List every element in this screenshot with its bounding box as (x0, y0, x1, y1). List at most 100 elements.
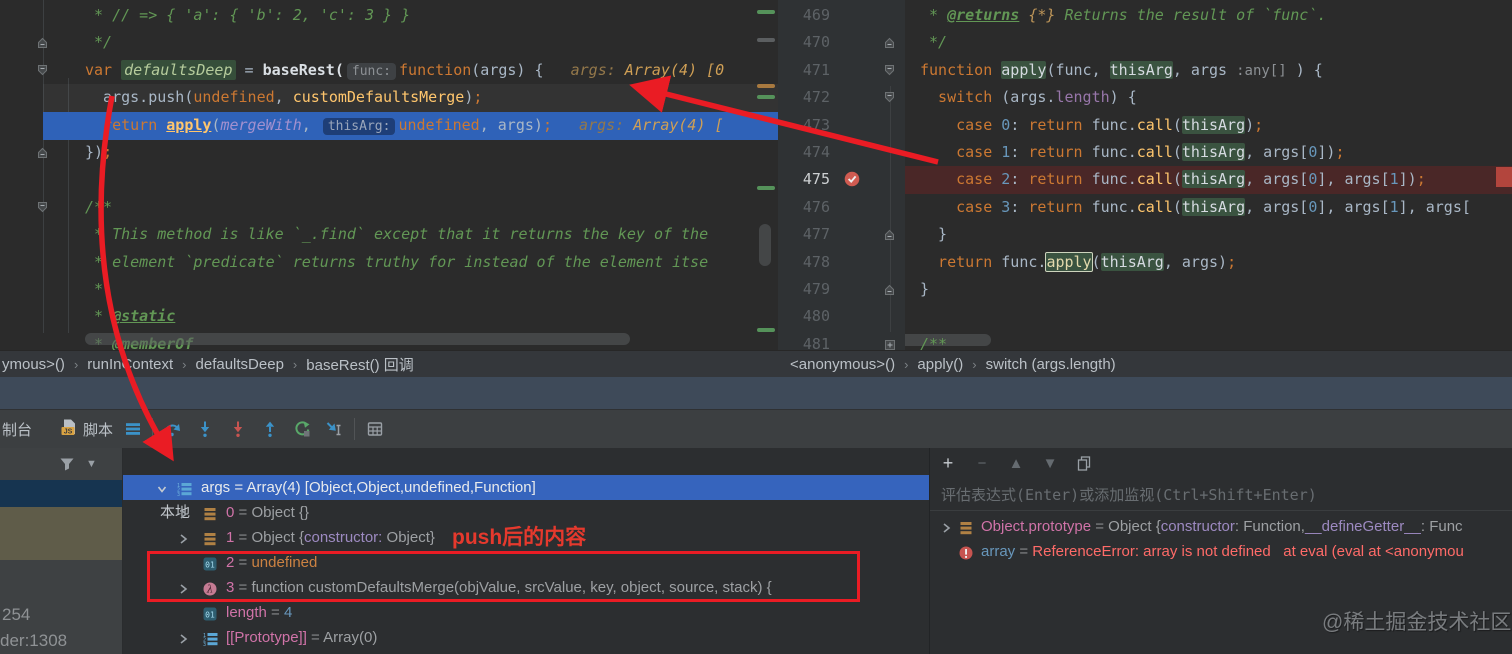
chevron-down-icon[interactable] (136, 455, 150, 469)
chevron-right-icon[interactable] (176, 505, 190, 519)
breadcrumb-item[interactable]: apply() (917, 356, 963, 373)
code-line[interactable]: function apply(func, thisArg, args :any[… (905, 57, 1512, 85)
remove-watch-button[interactable]: − (969, 451, 995, 475)
line-number[interactable]: 472 (778, 84, 830, 112)
code-line[interactable]: case 1: return func.call(thisArg, args[0… (905, 139, 1512, 167)
variable-row[interactable]: 01 2 = undefined (123, 550, 929, 575)
variable-row[interactable]: 0 = Object {} (123, 500, 929, 525)
code-line[interactable]: args.push(undefined, customDefaultsMerge… (0, 84, 778, 112)
threads-icon[interactable] (124, 420, 142, 438)
step-into-icon[interactable] (196, 420, 214, 438)
code-line[interactable]: * element `predicate` returns truthy for… (0, 249, 778, 277)
force-step-into-icon[interactable] (229, 420, 247, 438)
code-line[interactable]: case 3: return func.call(thisArg, args[0… (905, 194, 1512, 222)
breakpoint-verified-icon[interactable] (844, 171, 860, 187)
line-number[interactable]: 470 (778, 29, 830, 57)
line-number[interactable]: 480 (778, 303, 830, 331)
line-number[interactable]: 478 (778, 249, 830, 277)
fold-up-icon[interactable] (883, 283, 896, 296)
line-number[interactable]: 475 (778, 166, 830, 194)
fold-down-icon[interactable] (883, 91, 896, 104)
code-line[interactable]: * (0, 276, 778, 304)
frames-panel[interactable]: ▼ 254 der:1308 (0, 448, 123, 654)
code-line[interactable]: var defaultsDeep = baseRest(func: functio… (0, 57, 778, 85)
code-line[interactable]: /** (0, 194, 778, 222)
run-to-cursor-icon[interactable] (325, 420, 343, 438)
scope-row[interactable]: 本地 (123, 450, 929, 521)
code-line[interactable]: }); (0, 139, 778, 167)
code-line[interactable] (0, 166, 778, 194)
filter-icon[interactable] (58, 455, 76, 473)
frame-line-number[interactable]: der:1308 (0, 631, 67, 651)
code-line[interactable]: case 0: return func.call(thisArg); (905, 112, 1512, 140)
variable-row[interactable]: λ (123, 650, 929, 654)
chevron-right-icon[interactable] (176, 530, 190, 544)
chevron-right-icon[interactable] (176, 580, 190, 594)
watch-row[interactable]: Object.prototype = Object {constructor: … (930, 514, 1512, 539)
vertical-scrollbar[interactable] (759, 224, 771, 266)
step-over-icon[interactable] (163, 420, 181, 438)
line-number[interactable]: 474 (778, 139, 830, 167)
code-line[interactable] (905, 303, 1512, 331)
code-line[interactable]: * This method is like `_.find` except th… (0, 221, 778, 249)
line-number[interactable]: 481 (778, 331, 830, 350)
evaluate-expression-input[interactable]: 评估表达式(Enter)或添加监视(Ctrl+Shift+Enter) (941, 484, 1317, 505)
code-line[interactable]: return apply(mergeWith, thisArg: undefine… (0, 112, 778, 140)
fold-up-icon[interactable] (883, 36, 896, 49)
tab-console[interactable]: 制台 (2, 410, 32, 448)
line-number[interactable]: 471 (778, 57, 830, 85)
code-line[interactable]: } (905, 276, 1512, 304)
chevron-down-icon[interactable] (155, 480, 169, 494)
horizontal-scrollbar[interactable] (85, 333, 630, 345)
code-line[interactable]: * // => { 'a': { 'b': 2, 'c': 3 } } (0, 2, 778, 30)
frame-row-library[interactable] (0, 507, 122, 560)
breadcrumb-item[interactable]: runInContext (87, 356, 173, 373)
tab-scripts[interactable]: JS 脚本 (60, 410, 113, 448)
left-editor[interactable]: * // => { 'a': { 'b': 2, 'c': 3 } } */va… (0, 0, 778, 350)
fold-up-icon[interactable] (883, 228, 896, 241)
code-line[interactable]: switch (args.length) { (905, 84, 1512, 112)
breadcrumb-item[interactable]: defaultsDeep (196, 356, 284, 373)
variable-row[interactable]: 01 length = 4 (123, 600, 929, 625)
code-line[interactable]: return func.apply(thisArg, args); (905, 249, 1512, 277)
right-editor[interactable]: * @returns {*} Returns the result of `fu… (905, 0, 1512, 350)
variables-panel[interactable]: 本地 1 2 3 args = Array(4) [Object,Object,und… (123, 448, 929, 654)
fold-plus-icon[interactable] (883, 338, 896, 350)
breadcrumb-item[interactable]: <anonymous>() (790, 356, 895, 373)
move-watch-up-button[interactable]: ▲ (1003, 451, 1029, 475)
breadcrumb-item[interactable]: switch (args.length) (986, 356, 1116, 373)
variable-row-selected[interactable]: 1 2 3 args = Array(4) [Object,Object,undefi… (123, 475, 929, 500)
chevron-right-icon[interactable] (176, 630, 190, 644)
breadcrumb-item[interactable]: ymous>() (2, 356, 65, 373)
variable-row[interactable]: λ 3 = function customDefaultsMerge(objVal… (123, 575, 929, 600)
code-line[interactable]: case 2: return func.call(thisArg, args[0… (905, 166, 1512, 194)
step-out-icon[interactable] (261, 420, 279, 438)
move-watch-down-button[interactable]: ▼ (1037, 451, 1063, 475)
line-number[interactable]: 479 (778, 276, 830, 304)
code-line[interactable]: } (905, 221, 1512, 249)
frame-row-selected[interactable] (0, 480, 122, 507)
line-number[interactable]: 477 (778, 221, 830, 249)
reset-frame-icon[interactable] (293, 420, 311, 438)
variable-row[interactable]: 1 = Object {constructor: Object} (123, 525, 929, 550)
code-line[interactable]: */ (0, 29, 778, 57)
code-line[interactable]: */ (905, 29, 1512, 57)
fold-down-icon[interactable] (883, 64, 896, 77)
watches-panel[interactable]: + − ▲ ▼ 评估表达式(Enter)或添加监视(Ctrl+Shift+Enter)… (929, 448, 1512, 654)
line-number[interactable]: 476 (778, 194, 830, 222)
right-editor-gutter[interactable]: 469 470 471 472 473 474 475 476 477 478 479 480 481 (778, 0, 905, 350)
filter-caret-icon[interactable]: ▼ (86, 458, 97, 470)
frame-line-number[interactable]: 254 (2, 605, 30, 625)
breadcrumb-item[interactable]: baseRest() 回调 (306, 354, 414, 375)
watch-row[interactable]: array = ReferenceError: array is not def… (930, 539, 1512, 564)
evaluate-expression-icon[interactable] (366, 420, 384, 438)
variable-row[interactable]: 1 2 3 [[Prototype]] = Array(0) (123, 625, 929, 650)
line-number[interactable]: 469 (778, 2, 830, 30)
code-line[interactable]: * @returns {*} Returns the result of `fu… (905, 2, 1512, 30)
add-watch-button[interactable]: + (935, 451, 961, 475)
code-line[interactable]: /** (905, 331, 1512, 350)
chevron-right-icon[interactable] (939, 519, 953, 533)
code-line[interactable]: * @static (0, 303, 778, 331)
line-number[interactable]: 473 (778, 112, 830, 140)
copy-watch-button[interactable] (1071, 451, 1097, 475)
